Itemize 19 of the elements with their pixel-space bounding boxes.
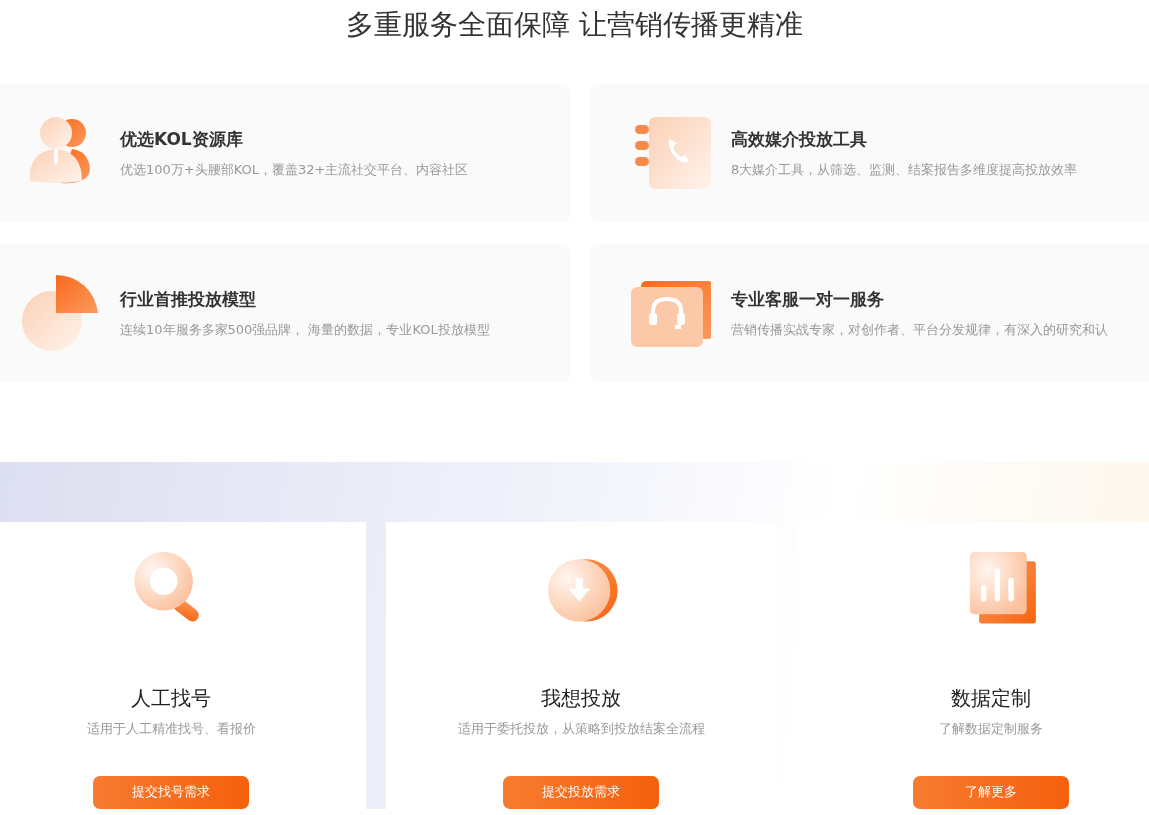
feature-title: 优选KOL资源库	[120, 127, 244, 151]
feature-title: 高效媒介投放工具	[731, 127, 868, 151]
feature-description: 营销传播实战专家，对创作者、平台分发规律，有深入的研究和认	[731, 320, 1108, 339]
feature-description: 优选100万+头腰部KOL，覆盖32+主流社交平台、内容社区	[120, 160, 469, 179]
feature-description: 8大媒介工具，从筛选、监测、结案报告多维度提高投放效率	[731, 160, 1078, 179]
service-button[interactable]: 提交投放需求	[503, 775, 659, 809]
pie-chart-icon	[20, 273, 100, 353]
service-button[interactable]: 提交找号需求	[93, 775, 249, 809]
service-title: 人工找号	[131, 684, 211, 712]
service-title: 我想投放	[541, 684, 621, 712]
service-description: 适用于委托投放，从策略到投放结案全流程	[457, 719, 705, 738]
feature-description: 连续10年服务多家500强品牌， 海量的数据，专业KOL投放模型	[120, 320, 490, 339]
service-description: 了解数据定制服务	[939, 719, 1043, 738]
feature-title: 专业客服一对一服务	[731, 287, 885, 311]
service-button[interactable]: 了解更多	[913, 775, 1069, 809]
section-heading: 多重服务全面保障 让营销传播更精准	[345, 7, 804, 43]
service-title: 数据定制	[951, 684, 1031, 712]
service-description: 适用于人工精准找号、看报价	[86, 719, 256, 738]
feature-title: 行业首推投放模型	[120, 287, 257, 311]
